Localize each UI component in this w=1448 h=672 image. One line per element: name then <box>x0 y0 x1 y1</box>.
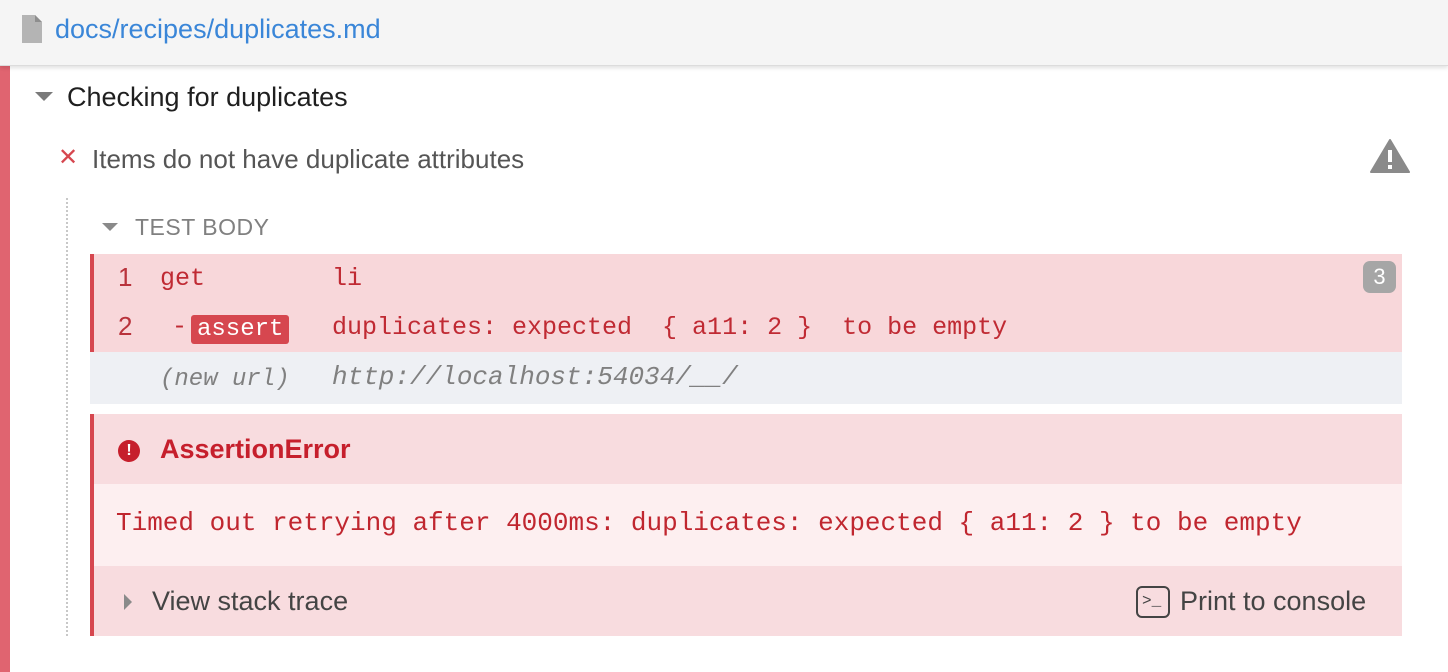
test-row[interactable]: ✕ Items do not have duplicate attributes <box>10 136 1448 184</box>
command-log: 1 get li 3 2 - assert duplicates: expect… <box>90 254 1402 352</box>
command-number: 1 <box>118 262 133 292</box>
suite-title: Checking for duplicates <box>67 82 348 112</box>
error-message: Timed out retrying after 4000ms: duplica… <box>116 508 1302 538</box>
stack-trace-label: View stack trace <box>152 586 349 616</box>
error-footer: View stack trace >_ Print to console <box>94 566 1402 636</box>
view-stack-trace-toggle[interactable]: View stack trace <box>122 584 382 620</box>
test-body-label: TEST BODY <box>135 214 270 240</box>
terminal-icon: >_ <box>1136 586 1170 618</box>
suite-row[interactable]: Checking for duplicates <box>10 74 1448 120</box>
new-url-value: http://localhost:54034/__/ <box>332 362 738 392</box>
command-message: duplicates: expected { a11: 2 } to be em… <box>332 313 1008 342</box>
file-path-link[interactable]: docs/recipes/duplicates.md <box>55 14 381 45</box>
command-prefix: - <box>172 312 188 341</box>
test-body-header[interactable]: TEST BODY <box>90 208 490 246</box>
error-icon: ! <box>118 440 140 462</box>
command-row[interactable]: 1 get li 3 <box>94 254 1402 303</box>
failure-indicator-bar <box>0 66 10 672</box>
error-header: ! AssertionError <box>94 414 1402 484</box>
chevron-down-icon <box>102 223 118 231</box>
warning-icon[interactable] <box>1370 138 1410 174</box>
command-name: get <box>160 264 206 293</box>
print-to-console-button[interactable]: >_ Print to console <box>1136 584 1386 620</box>
test-title: Items do not have duplicate attributes <box>92 144 525 174</box>
command-row[interactable]: 2 - assert duplicates: expected { a11: 2… <box>94 303 1402 352</box>
new-url-label: (new url) <box>160 366 290 393</box>
failed-x-icon: ✕ <box>58 144 79 171</box>
command-message: li <box>332 264 363 293</box>
file-icon <box>22 15 42 43</box>
chevron-down-icon <box>35 92 53 101</box>
assert-badge: assert <box>191 315 290 344</box>
command-number: 2 <box>118 311 133 341</box>
new-url-row[interactable]: (new url) http://localhost:54034/__/ <box>90 352 1402 404</box>
print-to-console-label: Print to console <box>1180 586 1367 616</box>
chevron-right-icon <box>124 594 132 610</box>
test-body-guide <box>66 198 68 636</box>
error-name: AssertionError <box>160 434 351 464</box>
file-header: docs/recipes/duplicates.md <box>0 0 1448 66</box>
command-count-badge: 3 <box>1363 261 1396 293</box>
error-panel: ! AssertionError Timed out retrying afte… <box>90 414 1402 636</box>
